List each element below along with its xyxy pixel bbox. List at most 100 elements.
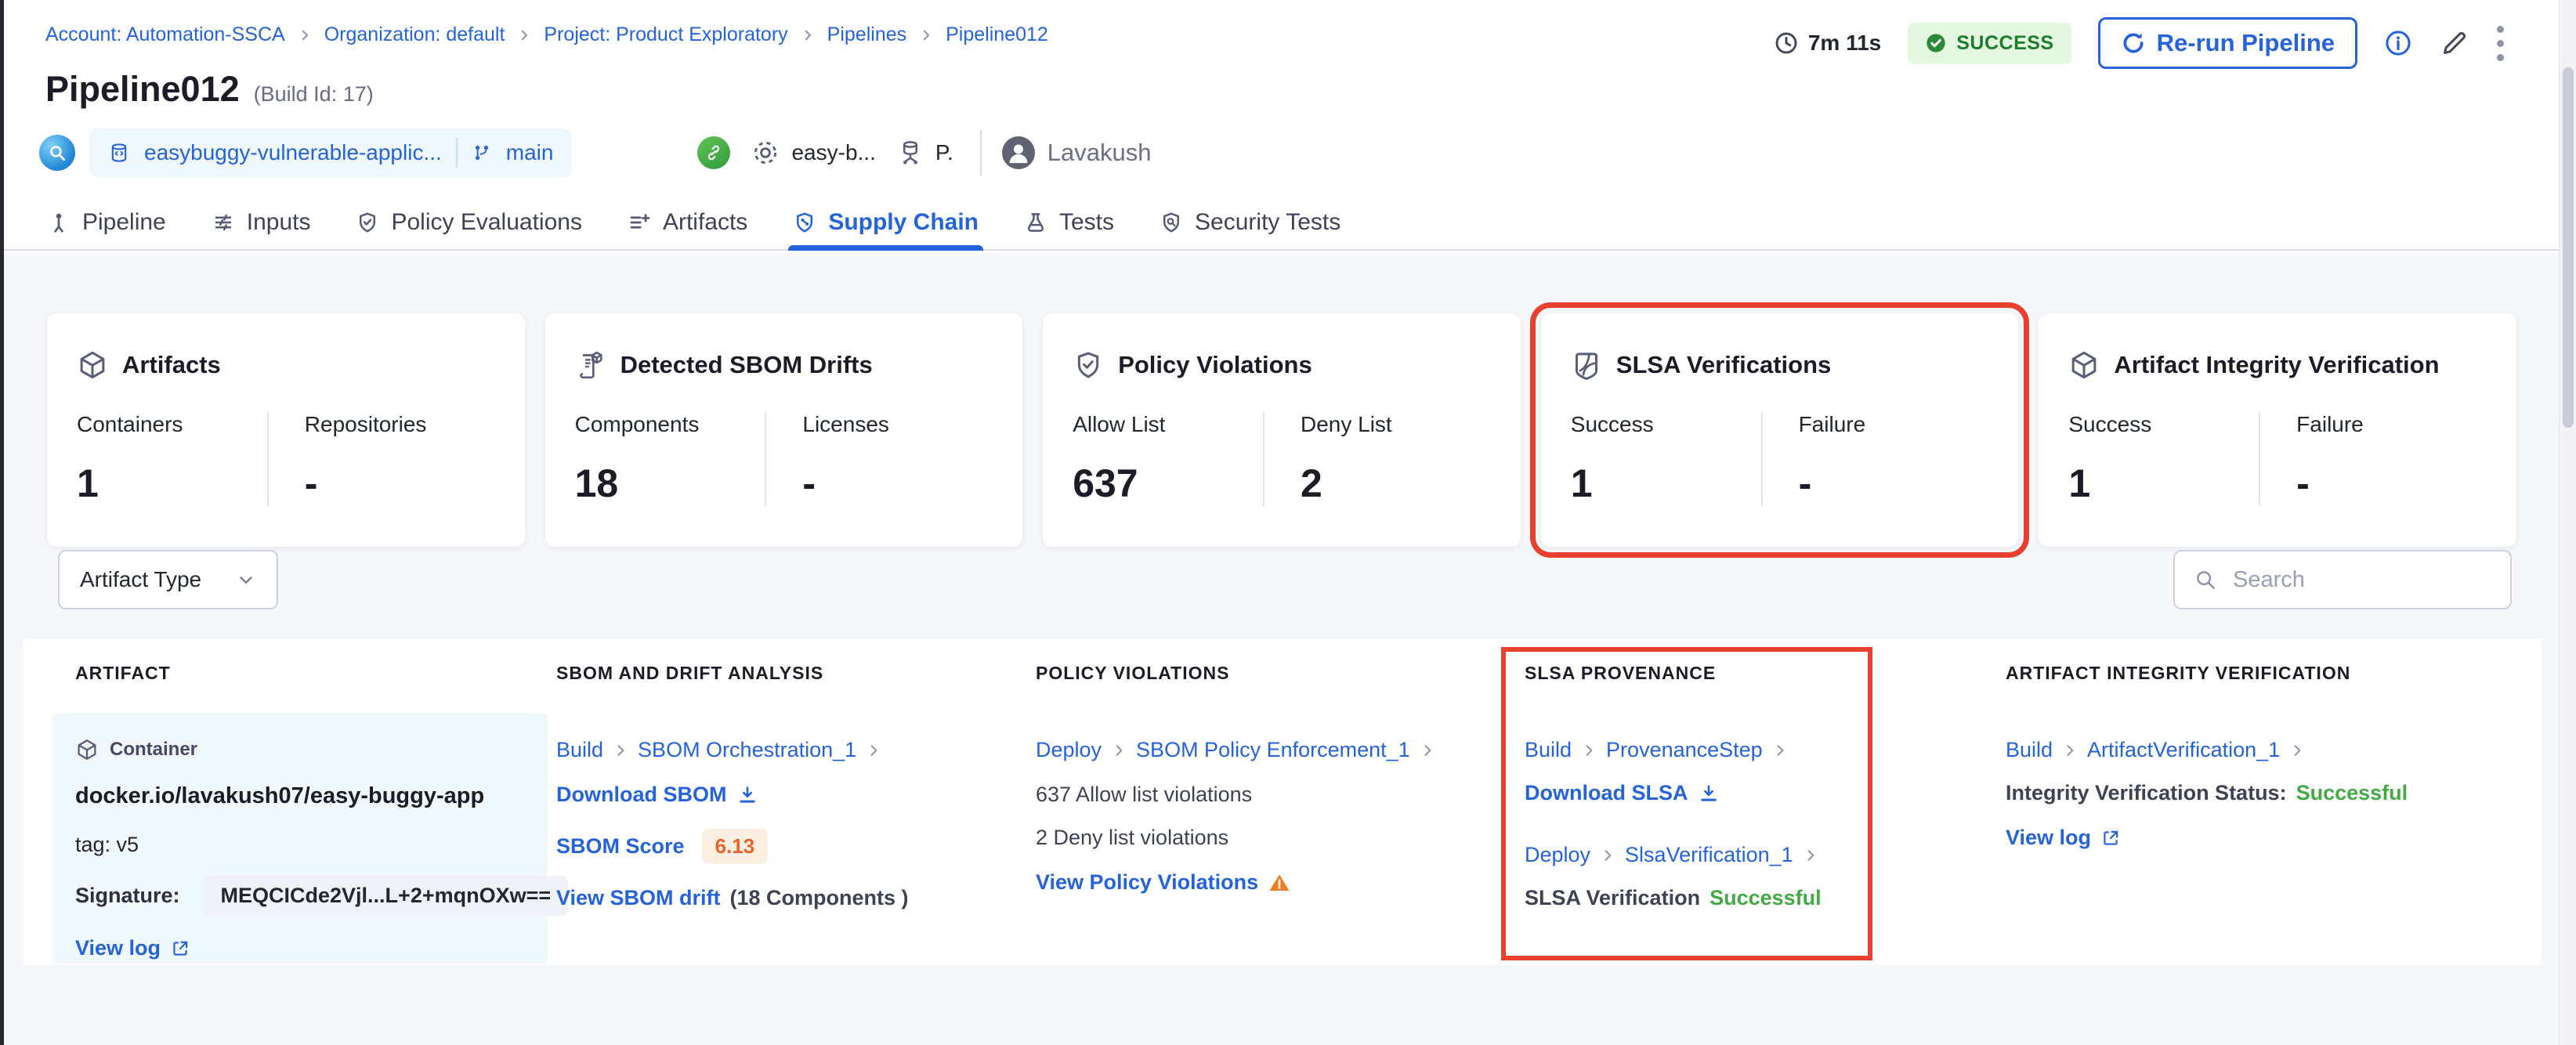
cube-icon [77, 349, 108, 381]
breadcrumb-pipelines[interactable]: Pipelines [827, 24, 906, 46]
artifact-image-name: docker.io/lavakush07/easy-buggy-app [75, 783, 485, 808]
tab-policy-evaluations[interactable]: Policy Evaluations [356, 196, 582, 249]
metric: Licenses - [765, 412, 993, 506]
tab-label: Policy Evaluations [391, 209, 582, 235]
metric-label: Allow List [1073, 412, 1166, 436]
breadcrumb-pipeline012[interactable]: Pipeline012 [946, 24, 1048, 46]
metric-value: - [802, 461, 816, 505]
metric-label: Success [1570, 412, 1654, 436]
breadcrumb-org[interactable]: Organization: default [324, 24, 505, 46]
col-header-policy: POLICY VIOLATIONS [1036, 663, 1230, 683]
run-duration: 7m 11s [1774, 31, 1881, 56]
pipeline-meta-row: easybuggy-vulnerable-applic... main easy… [39, 125, 1151, 180]
metric-value: 637 [1073, 461, 1138, 505]
shield-check-icon [1073, 349, 1104, 381]
metric-value: 1 [77, 461, 99, 505]
integrity-status-value: Successful [2296, 781, 2408, 805]
chevron-right-icon [517, 28, 531, 42]
download-sbom-link[interactable]: Download SBOM [556, 783, 727, 807]
chevron-right-icon [1803, 848, 1818, 863]
step-link[interactable]: ProvenanceStep [1606, 738, 1763, 762]
info-icon[interactable] [2384, 29, 2412, 57]
metric-label: Failure [1798, 412, 1866, 436]
download-slsa-link[interactable]: Download SLSA [1525, 781, 1688, 805]
chevron-right-icon [2062, 743, 2078, 758]
repo-name-link[interactable]: easybuggy-vulnerable-applic... [144, 140, 442, 165]
scrollbar-thumb[interactable] [2563, 67, 2574, 428]
tab-supply-chain[interactable]: Supply Chain [788, 196, 983, 251]
tab-label: Artifacts [662, 209, 748, 235]
card-artifacts: Artifacts Containers 1 Repositories - [47, 313, 525, 547]
tab-artifacts[interactable]: Artifacts [628, 196, 747, 249]
view-policy-violations-link[interactable]: View Policy Violations [1036, 870, 1258, 895]
view-log-link[interactable]: View log [2006, 826, 2091, 850]
service-name: easy-b... [791, 140, 876, 165]
breadcrumb: Account: Automation-SSCA Organization: d… [45, 24, 1048, 46]
tab-tests[interactable]: Tests [1024, 196, 1114, 249]
sbom-score-link[interactable]: SBOM Score [556, 834, 685, 859]
sbom-drift-count: (18 Components ) [729, 886, 909, 909]
warning-triangle-icon [1268, 871, 1291, 895]
chevron-right-icon [801, 28, 815, 42]
artifact-type-label: Artifact Type [80, 567, 202, 591]
metric-value: - [1798, 461, 1812, 505]
chevron-right-icon [1111, 743, 1127, 758]
signature-value: MEQCICde2Vjl...L+2+mqnOXw== [203, 876, 569, 916]
slsa-status-value: Successful [1709, 886, 1822, 909]
card-policy-violations: Policy Violations Allow List 637 Deny Li… [1043, 313, 1521, 547]
step-link[interactable]: SBOM Policy Enforcement_1 [1136, 738, 1410, 762]
tab-inputs[interactable]: Inputs [212, 196, 310, 249]
chevron-right-icon [1581, 743, 1597, 758]
user-name: Lavakush [1047, 139, 1152, 166]
stage-link[interactable]: Deploy [1036, 738, 1102, 762]
metric-label: Success [2068, 412, 2152, 436]
card-slsa-verifications: SLSA Verifications Success 1 Failure - [1529, 302, 2030, 558]
metric: Failure - [1760, 412, 1989, 506]
step-link[interactable]: SBOM Orchestration_1 [638, 738, 856, 762]
tab-bar: Pipeline Inputs Policy Evaluations Artif… [0, 196, 2576, 251]
edit-pencil-icon[interactable] [2439, 27, 2470, 59]
stage-link[interactable]: Build [2006, 738, 2053, 762]
metric-label: Failure [2296, 412, 2364, 436]
deny-list-violations: 2 Deny list violations [1036, 826, 1229, 849]
scrollbar-track [2559, 0, 2576, 1045]
artifact-tag: tag: v5 [75, 833, 139, 856]
rerun-label: Re-run Pipeline [2156, 29, 2335, 56]
tab-label: Security Tests [1195, 209, 1341, 235]
metric: Allow List 637 [1073, 412, 1263, 506]
allow-list-violations: 637 Allow list violations [1036, 783, 1253, 806]
external-link-icon [2100, 828, 2121, 848]
breadcrumb-project[interactable]: Project: Product Exploratory [544, 24, 787, 46]
rerun-pipeline-button[interactable]: Re-run Pipeline [2097, 17, 2357, 69]
search-input[interactable] [2231, 566, 2491, 594]
artifacts-table: ARTIFACT SBOM AND DRIFT ANALYSIS POLICY … [24, 639, 2542, 965]
avatar [1001, 136, 1035, 169]
branch-name-link[interactable]: main [506, 140, 554, 165]
build-id: (Build Id: 17) [253, 82, 374, 106]
metric-label: Repositories [304, 412, 427, 436]
metric: Deny List 2 [1262, 412, 1491, 506]
signature-label: Signature: [75, 884, 180, 907]
metric-value: 1 [2068, 461, 2091, 505]
view-log-link[interactable]: View log [75, 936, 161, 960]
slsa-status-label: SLSA Verification [1525, 886, 1701, 909]
download-icon [736, 784, 758, 806]
chevron-right-icon [298, 28, 312, 42]
view-sbom-drift-link[interactable]: View SBOM drift [556, 886, 721, 910]
stage-link[interactable]: Build [556, 738, 603, 762]
stage-link[interactable]: Build [1525, 738, 1572, 762]
breadcrumb-account[interactable]: Account: Automation-SSCA [45, 24, 285, 46]
stage-link[interactable]: Deploy [1525, 843, 1590, 867]
step-link[interactable]: ArtifactVerification_1 [2087, 738, 2280, 762]
artifact-type-dropdown[interactable]: Artifact Type [58, 550, 279, 609]
step-link[interactable]: SlsaVerification_1 [1625, 843, 1793, 867]
metric: Success 1 [1571, 412, 1761, 506]
tab-pipeline[interactable]: Pipeline [47, 196, 166, 249]
kebab-menu-icon[interactable] [2497, 25, 2504, 61]
card-sbom-drifts: Detected SBOM Drifts Components 18 Licen… [545, 313, 1023, 547]
tab-security-tests[interactable]: Security Tests [1160, 196, 1340, 249]
metric-label: Containers [77, 412, 183, 436]
tab-label: Supply Chain [828, 209, 979, 235]
metric-value: - [2296, 461, 2310, 505]
slsa-cell: Build ProvenanceStep Download SLSA Deplo… [1525, 738, 1854, 910]
